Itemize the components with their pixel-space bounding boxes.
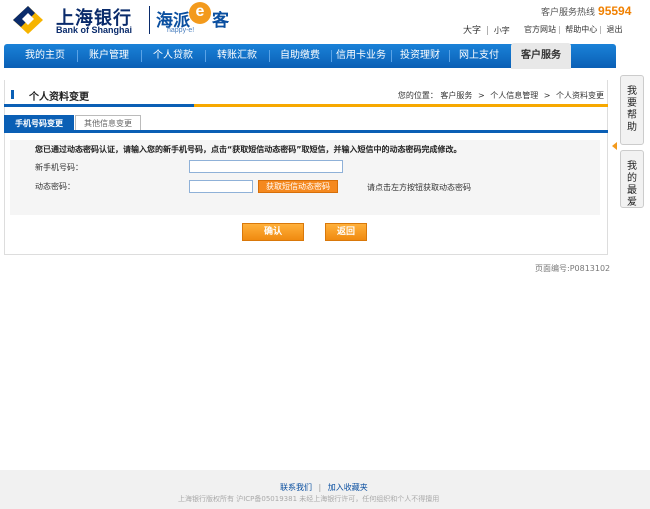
page-id: 页面编号:P0813102 [535,264,611,273]
nav-item-credit-card[interactable]: 信用卡业务 [332,44,390,68]
breadcrumb-item[interactable]: 客户服务 [440,91,472,100]
otp-input[interactable] [189,180,253,193]
nav-item-investment[interactable]: 投资理财 [392,44,448,68]
font-large-link[interactable]: 大字 [463,26,481,36]
help-side-label: 我要帮助 [627,86,637,133]
help-center-link[interactable]: 帮助中心 [565,25,597,34]
bank-logo-icon [13,6,43,34]
otp-label: 动态密码： [35,182,75,191]
form-notice: 您已通过动态密码认证，请输入您的新手机号码，点击“获取短信动态密码”取短信，并输… [35,145,462,154]
favorites-side-label: 我的最爱 [627,161,637,208]
font-small-link[interactable]: 小字 [494,26,510,35]
header: 上海银行 Bank of Shanghai 海派客 e happy-e! 客户服… [0,0,650,44]
footer-links: 联系我们 | 加入收藏夹 [280,482,368,493]
top-links: 官方网站 | 帮助中心 | 退出 [524,25,623,34]
nav-item-customer-service[interactable]: 客户服务 [511,43,571,69]
official-site-link[interactable]: 官方网站 [524,25,556,34]
brand-name-tail: 客 [212,11,229,31]
nav-item-loans[interactable]: 个人贷款 [142,44,204,68]
main-nav: 我的主页 账户管理 个人贷款 转账汇款 自助缴费 信用卡业务 投资理财 网上支付… [4,43,616,69]
collapse-arrow-icon[interactable] [612,142,617,150]
hotline-label: 客户服务热线 [541,8,596,18]
title-marker-icon [11,90,14,99]
brand-e-icon: e [189,2,211,24]
bookmark-link[interactable]: 加入收藏夹 [328,483,368,492]
page-title-bar: 个人资料变更 您的位置： 客户服务 > 个人信息管理 > 个人资料变更 [4,84,608,106]
brand-name-en: happy-e! [167,27,195,34]
font-size-switch: 大字 | 小字 [463,26,510,36]
tab-underline [4,130,608,133]
tab-bar: 手机号码变更 其他信息变更 [4,115,608,131]
get-sms-otp-button[interactable]: 获取短信动态密码 [258,180,338,193]
title-underline [4,104,608,107]
page-title: 个人资料变更 [29,92,89,103]
back-button[interactable]: 返回 [325,223,367,241]
confirm-button[interactable]: 确认 [242,223,304,241]
breadcrumb: 您的位置： 客户服务 > 个人信息管理 > 个人资料变更 [398,90,604,101]
logout-link[interactable]: 退出 [607,25,623,34]
breadcrumb-sep: > [477,91,485,100]
breadcrumb-sep: > [543,91,551,100]
logo-divider [149,6,150,34]
hotline-number: 95594 [598,4,632,18]
phone-label: 新手机号码： [35,163,83,172]
nav-item-transfer[interactable]: 转账汇款 [206,44,268,68]
help-side-button[interactable]: 我要帮助 [620,75,644,145]
copyright: 上海银行版权所有 沪ICP备05019381 未经上海银行许可，任何组织和个人不… [178,495,440,503]
breadcrumb-label: 您的位置： [397,91,438,100]
nav-item-home[interactable]: 我的主页 [14,44,76,68]
hotline: 客户服务热线 95594 [541,4,631,18]
nav-item-accounts[interactable]: 账户管理 [78,44,140,68]
tab-other-info[interactable]: 其他信息变更 [75,115,141,131]
title-underline-accent [4,104,194,107]
bank-name-en: Bank of Shanghai [56,25,133,35]
new-phone-input[interactable] [189,160,343,173]
breadcrumb-item[interactable]: 个人信息管理 [490,91,538,100]
favorites-side-button[interactable]: 我的最爱 [620,150,644,208]
nav-item-online-pay[interactable]: 网上支付 [450,44,508,68]
otp-hint: 请点击左方按钮获取动态密码 [367,183,471,192]
footer-sep: | [318,483,322,492]
nav-item-payments[interactable]: 自助缴费 [270,44,330,68]
breadcrumb-item: 个人资料变更 [556,91,604,100]
contact-us-link[interactable]: 联系我们 [280,483,312,492]
tab-phone-change[interactable]: 手机号码变更 [4,115,74,131]
